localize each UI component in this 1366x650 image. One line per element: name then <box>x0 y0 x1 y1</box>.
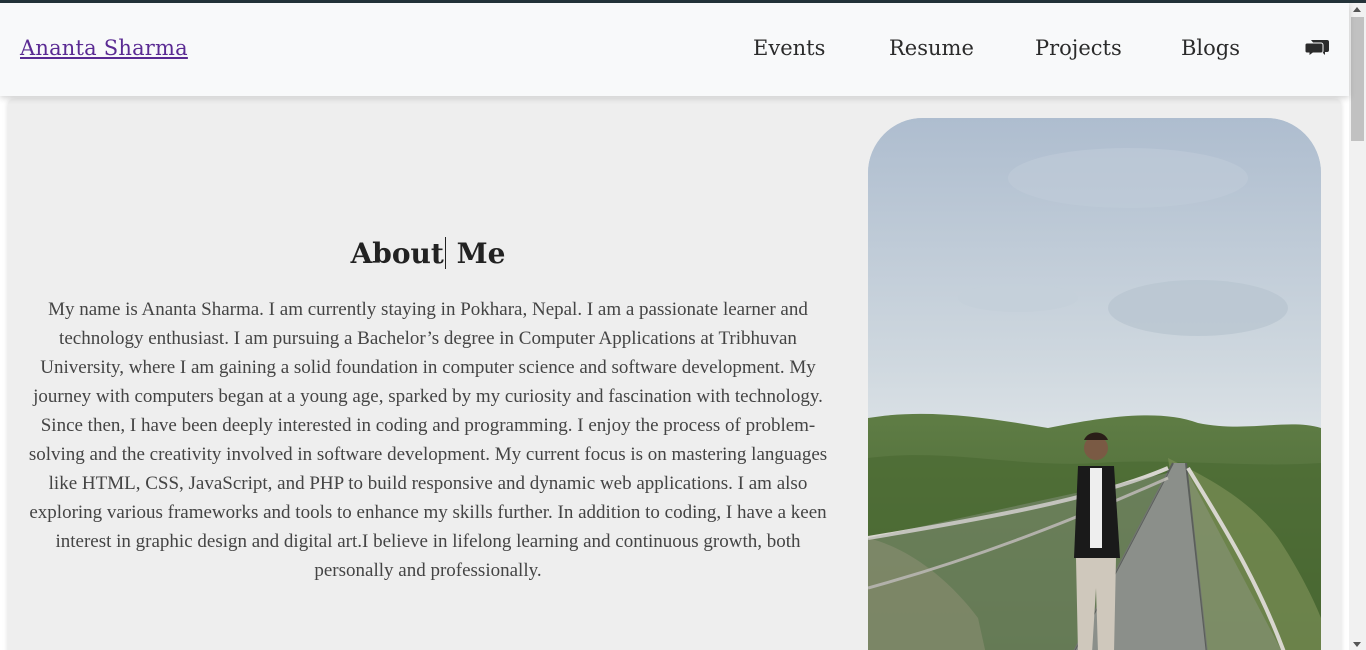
profile-photo <box>868 118 1321 650</box>
about-card: About Me My name is Ananta Sharma. I am … <box>8 99 1341 650</box>
profile-photo-illustration <box>868 118 1321 650</box>
nav-projects[interactable]: Projects <box>1035 36 1122 60</box>
scroll-up-arrow-icon[interactable] <box>1353 7 1361 12</box>
about-heading: About Me <box>28 237 828 270</box>
nav-resume[interactable]: Resume <box>889 36 974 60</box>
nav-events[interactable]: Events <box>753 36 825 60</box>
navbar: Ananta Sharma Events Resume Projects Blo… <box>0 3 1349 96</box>
scroll-thumb[interactable] <box>1351 17 1364 141</box>
about-heading-word1: About <box>350 237 444 270</box>
text-caret <box>444 237 446 269</box>
about-paragraph: My name is Ananta Sharma. I am currently… <box>28 299 828 581</box>
nav-blogs[interactable]: Blogs <box>1181 36 1240 60</box>
scroll-down-arrow-icon[interactable] <box>1353 642 1361 647</box>
chat-bubbles-icon[interactable] <box>1305 38 1329 58</box>
brand-link[interactable]: Ananta Sharma <box>20 36 188 60</box>
page-scrollbar[interactable] <box>1349 3 1366 650</box>
about-heading-word2: Me <box>456 237 506 270</box>
